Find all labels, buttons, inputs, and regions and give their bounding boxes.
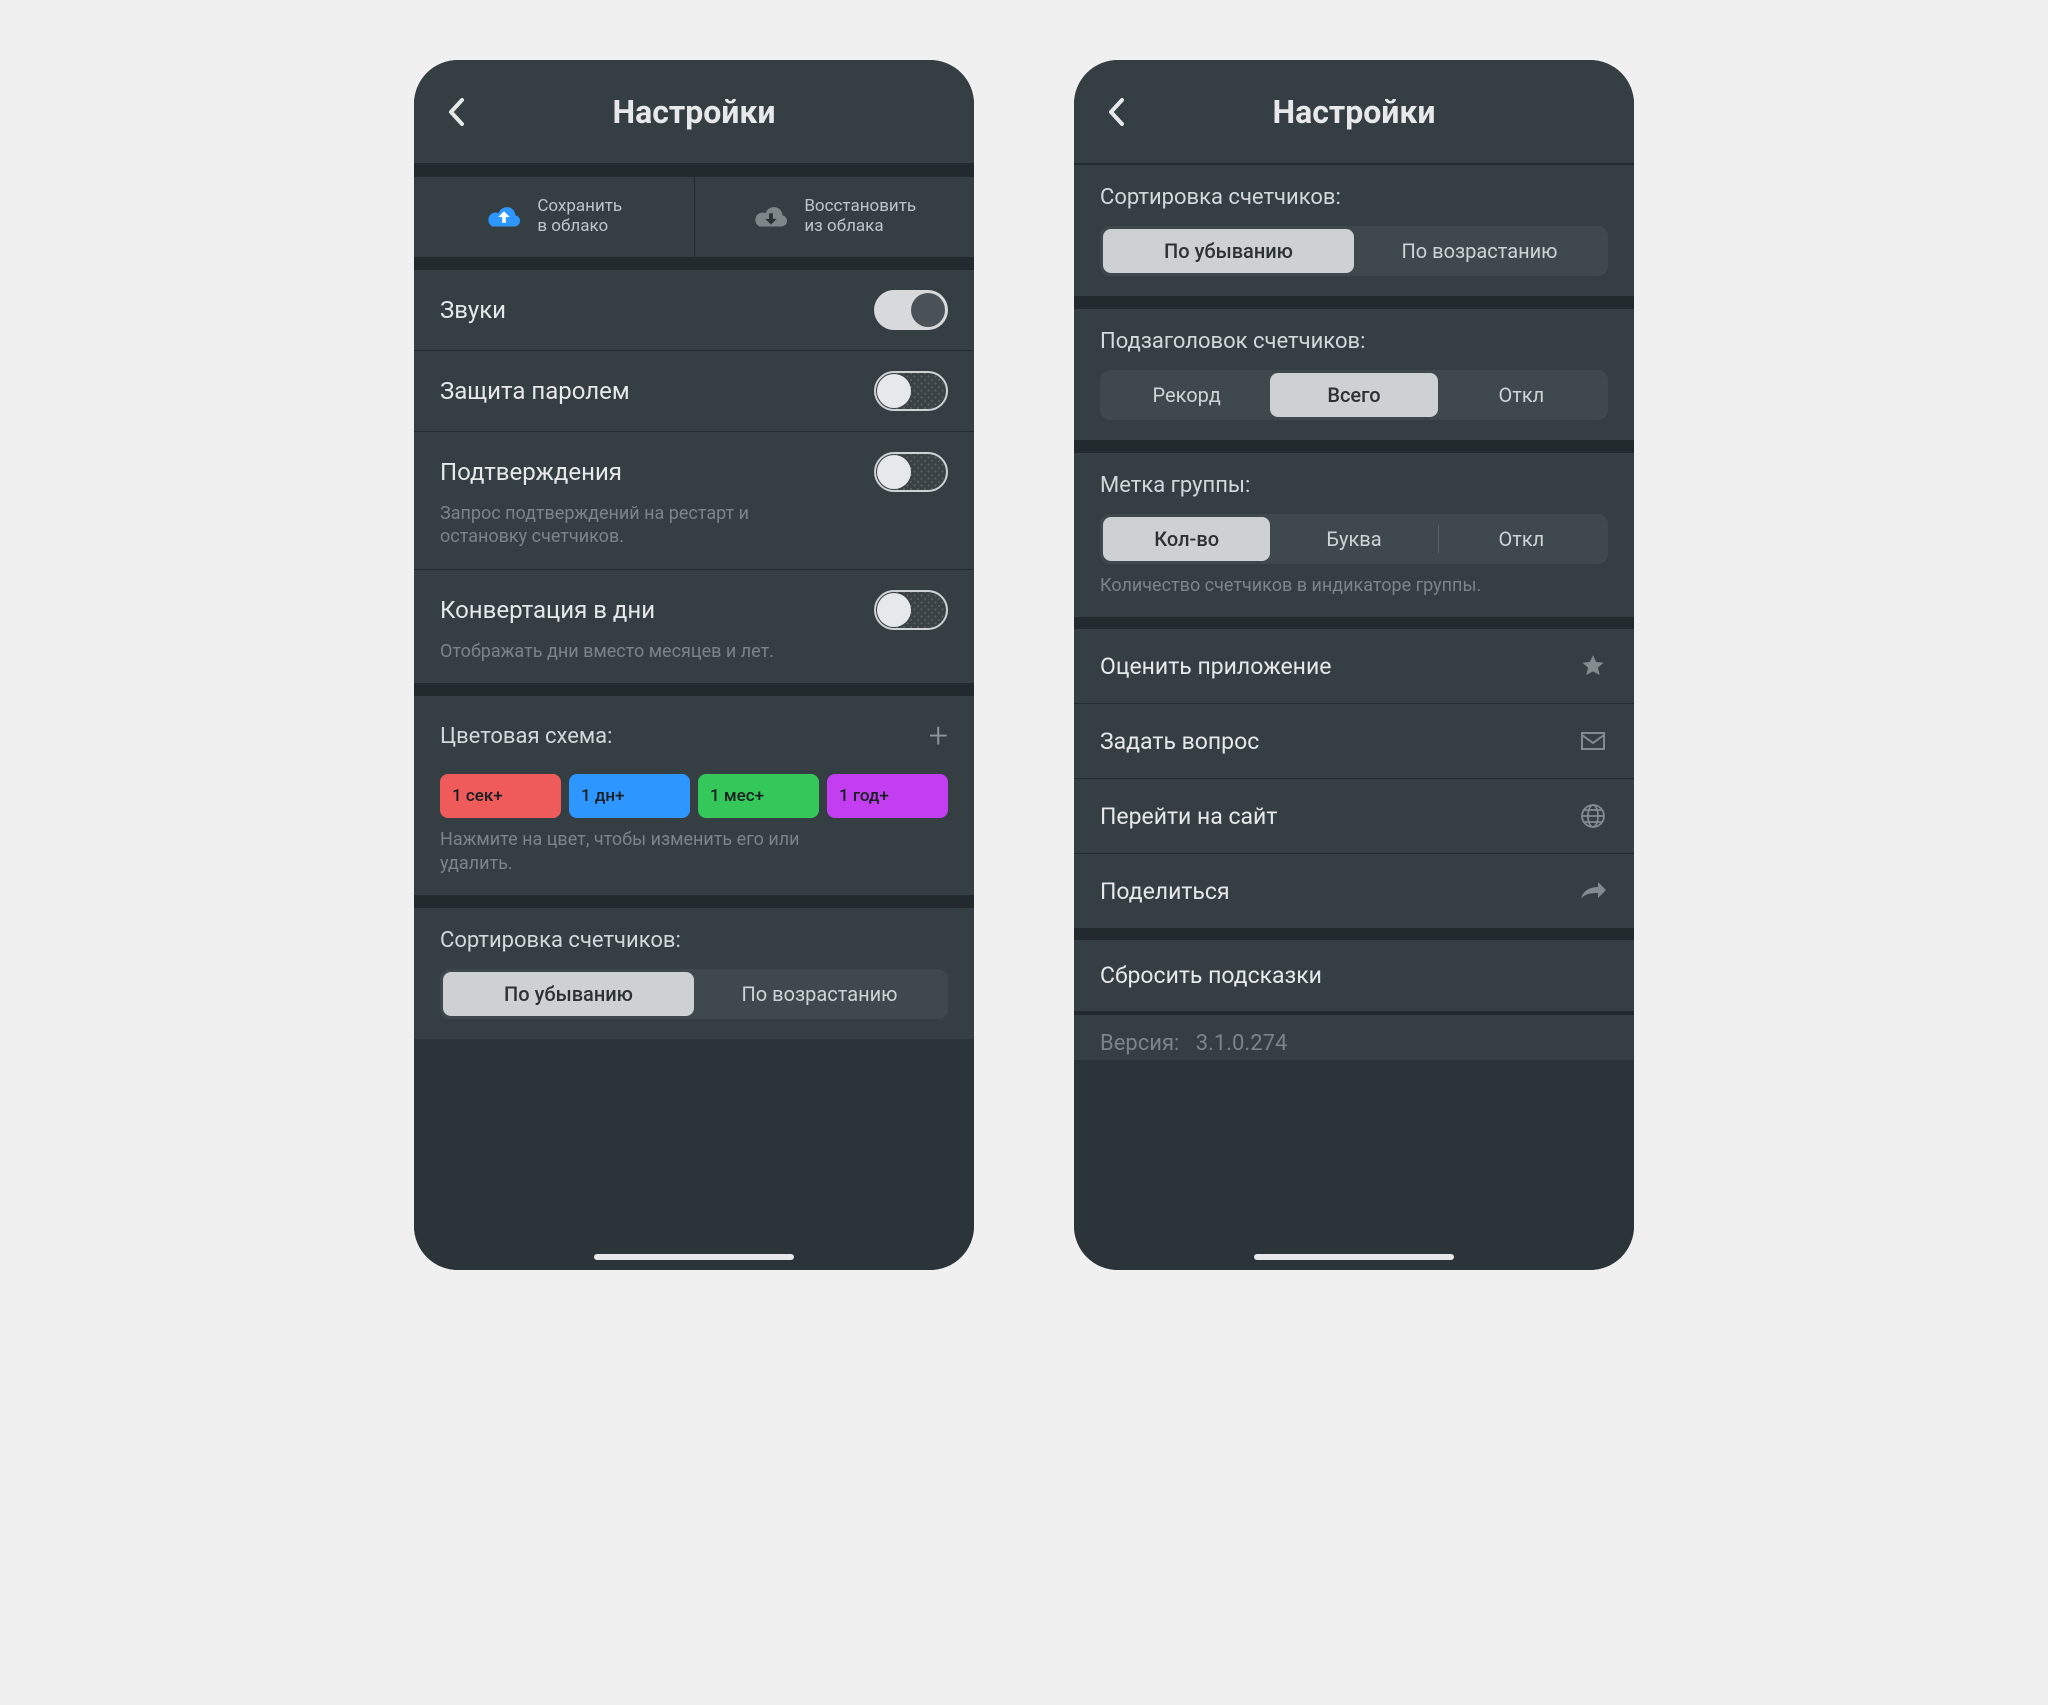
sounds-label: Звуки xyxy=(440,296,506,324)
convert-sub: Отображать дни вместо месяцев и лет. xyxy=(440,640,840,663)
site-row[interactable]: Перейти на сайт xyxy=(1074,778,1634,853)
header: Настройки xyxy=(414,60,974,165)
subtitle-opt-record[interactable]: Рекорд xyxy=(1103,373,1270,417)
grouplabel-hint: Количество счетчиков в индикаторе группы… xyxy=(1100,574,1500,597)
phone-right: Настройки Сортировка счетчиков: По убыва… xyxy=(1074,60,1634,1270)
cloud-save-button[interactable]: Сохранить в облако xyxy=(414,177,694,257)
password-row: Защита паролем xyxy=(414,350,974,431)
confirm-label: Подтверждения xyxy=(440,458,622,486)
sort-opt-asc-right[interactable]: По возрастанию xyxy=(1354,229,1605,273)
sort-row-right: Сортировка счетчиков: По убыванию По воз… xyxy=(1074,165,1634,296)
cloud-download-icon xyxy=(752,203,790,231)
convert-row: Конвертация в дни Отображать дни вместо … xyxy=(414,569,974,683)
share-icon xyxy=(1578,876,1608,906)
reset-row[interactable]: Сбросить подсказки xyxy=(1074,940,1634,1011)
confirm-toggle[interactable] xyxy=(874,452,948,492)
plus-icon[interactable]: + xyxy=(929,716,948,756)
grouplabel-opt-count[interactable]: Кол-во xyxy=(1103,517,1270,561)
sort-title-left: Сортировка счетчиков: xyxy=(440,928,681,953)
version-row: Версия: 3.1.0.274 xyxy=(1074,1014,1634,1060)
site-label: Перейти на сайт xyxy=(1100,803,1277,830)
grouplabel-opt-off[interactable]: Откл xyxy=(1438,517,1605,561)
grouplabel-segment: Кол-во Буква Откл xyxy=(1100,514,1608,564)
cloud-row: Сохранить в облако Восстановить из облак… xyxy=(414,177,974,257)
share-row[interactable]: Поделиться xyxy=(1074,853,1634,928)
ask-label: Задать вопрос xyxy=(1100,728,1259,755)
subtitle-opt-total[interactable]: Всего xyxy=(1270,373,1437,417)
password-toggle[interactable] xyxy=(874,371,948,411)
confirm-sub: Запрос подтверждений на рестарт и остано… xyxy=(440,502,840,549)
rate-label: Оценить приложение xyxy=(1100,653,1331,680)
rate-row[interactable]: Оценить приложение xyxy=(1074,629,1634,703)
version-label: Версия: xyxy=(1100,1031,1179,1056)
star-icon xyxy=(1578,651,1608,681)
share-label: Поделиться xyxy=(1100,878,1230,905)
cloud-save-l2: в облако xyxy=(537,217,622,237)
cloud-save-l1: Сохранить xyxy=(537,197,622,217)
mail-icon xyxy=(1578,726,1608,756)
reset-label: Сбросить подсказки xyxy=(1100,962,1322,989)
sounds-toggle[interactable] xyxy=(874,290,948,330)
subtitle-segment: Рекорд Всего Откл xyxy=(1100,370,1608,420)
password-label: Защита паролем xyxy=(440,377,630,405)
colors-hint: Нажмите на цвет, чтобы изменить его или … xyxy=(440,828,840,875)
color-chip-0[interactable]: 1 сек+ xyxy=(440,774,561,818)
phone-left: Настройки Сохранить в облако Восстановит… xyxy=(414,60,974,1270)
ask-row[interactable]: Задать вопрос xyxy=(1074,703,1634,778)
sort-opt-desc-left[interactable]: По убыванию xyxy=(443,972,694,1016)
sort-opt-desc-right[interactable]: По убыванию xyxy=(1103,229,1354,273)
page-title: Настройки xyxy=(436,93,952,131)
content: Сортировка счетчиков: По убыванию По воз… xyxy=(1074,165,1634,1270)
colors-title: Цветовая схема: xyxy=(440,724,612,749)
sort-opt-asc-left[interactable]: По возрастанию xyxy=(694,972,945,1016)
page-title: Настройки xyxy=(1096,93,1612,131)
cloud-restore-l2: из облака xyxy=(804,217,916,237)
convert-label: Конвертация в дни xyxy=(440,596,655,624)
cloud-restore-button[interactable]: Восстановить из облака xyxy=(694,177,975,257)
convert-toggle[interactable] xyxy=(874,590,948,630)
sounds-row: Звуки xyxy=(414,269,974,350)
home-indicator xyxy=(594,1254,794,1260)
header: Настройки xyxy=(1074,60,1634,165)
sort-title-right: Сортировка счетчиков: xyxy=(1100,185,1341,210)
color-chip-1[interactable]: 1 дн+ xyxy=(569,774,690,818)
content: Сохранить в облако Восстановить из облак… xyxy=(414,165,974,1270)
cloud-restore-l1: Восстановить xyxy=(804,197,916,217)
color-chip-2[interactable]: 1 мес+ xyxy=(698,774,819,818)
subtitle-title: Подзаголовок счетчиков: xyxy=(1100,329,1365,354)
grouplabel-opt-letter[interactable]: Буква xyxy=(1270,517,1437,561)
sort-segment-right: По убыванию По возрастанию xyxy=(1100,226,1608,276)
colors-row: Цветовая схема: + 1 сек+ 1 дн+ 1 мес+ 1 … xyxy=(414,695,974,895)
subtitle-opt-off[interactable]: Откл xyxy=(1438,373,1605,417)
color-chip-3[interactable]: 1 год+ xyxy=(827,774,948,818)
subtitle-row: Подзаголовок счетчиков: Рекорд Всего Отк… xyxy=(1074,308,1634,440)
home-indicator xyxy=(1254,1254,1454,1260)
www-icon xyxy=(1578,801,1608,831)
cloud-upload-icon xyxy=(485,203,523,231)
sort-segment-left: По убыванию По возрастанию xyxy=(440,969,948,1019)
sort-row-left: Сортировка счетчиков: По убыванию По воз… xyxy=(414,907,974,1039)
confirm-row: Подтверждения Запрос подтверждений на ре… xyxy=(414,431,974,569)
grouplabel-row: Метка группы: Кол-во Буква Откл Количест… xyxy=(1074,452,1634,617)
color-chips: 1 сек+ 1 дн+ 1 мес+ 1 год+ xyxy=(440,774,948,818)
version-value: 3.1.0.274 xyxy=(1196,1031,1288,1056)
grouplabel-title: Метка группы: xyxy=(1100,473,1250,498)
